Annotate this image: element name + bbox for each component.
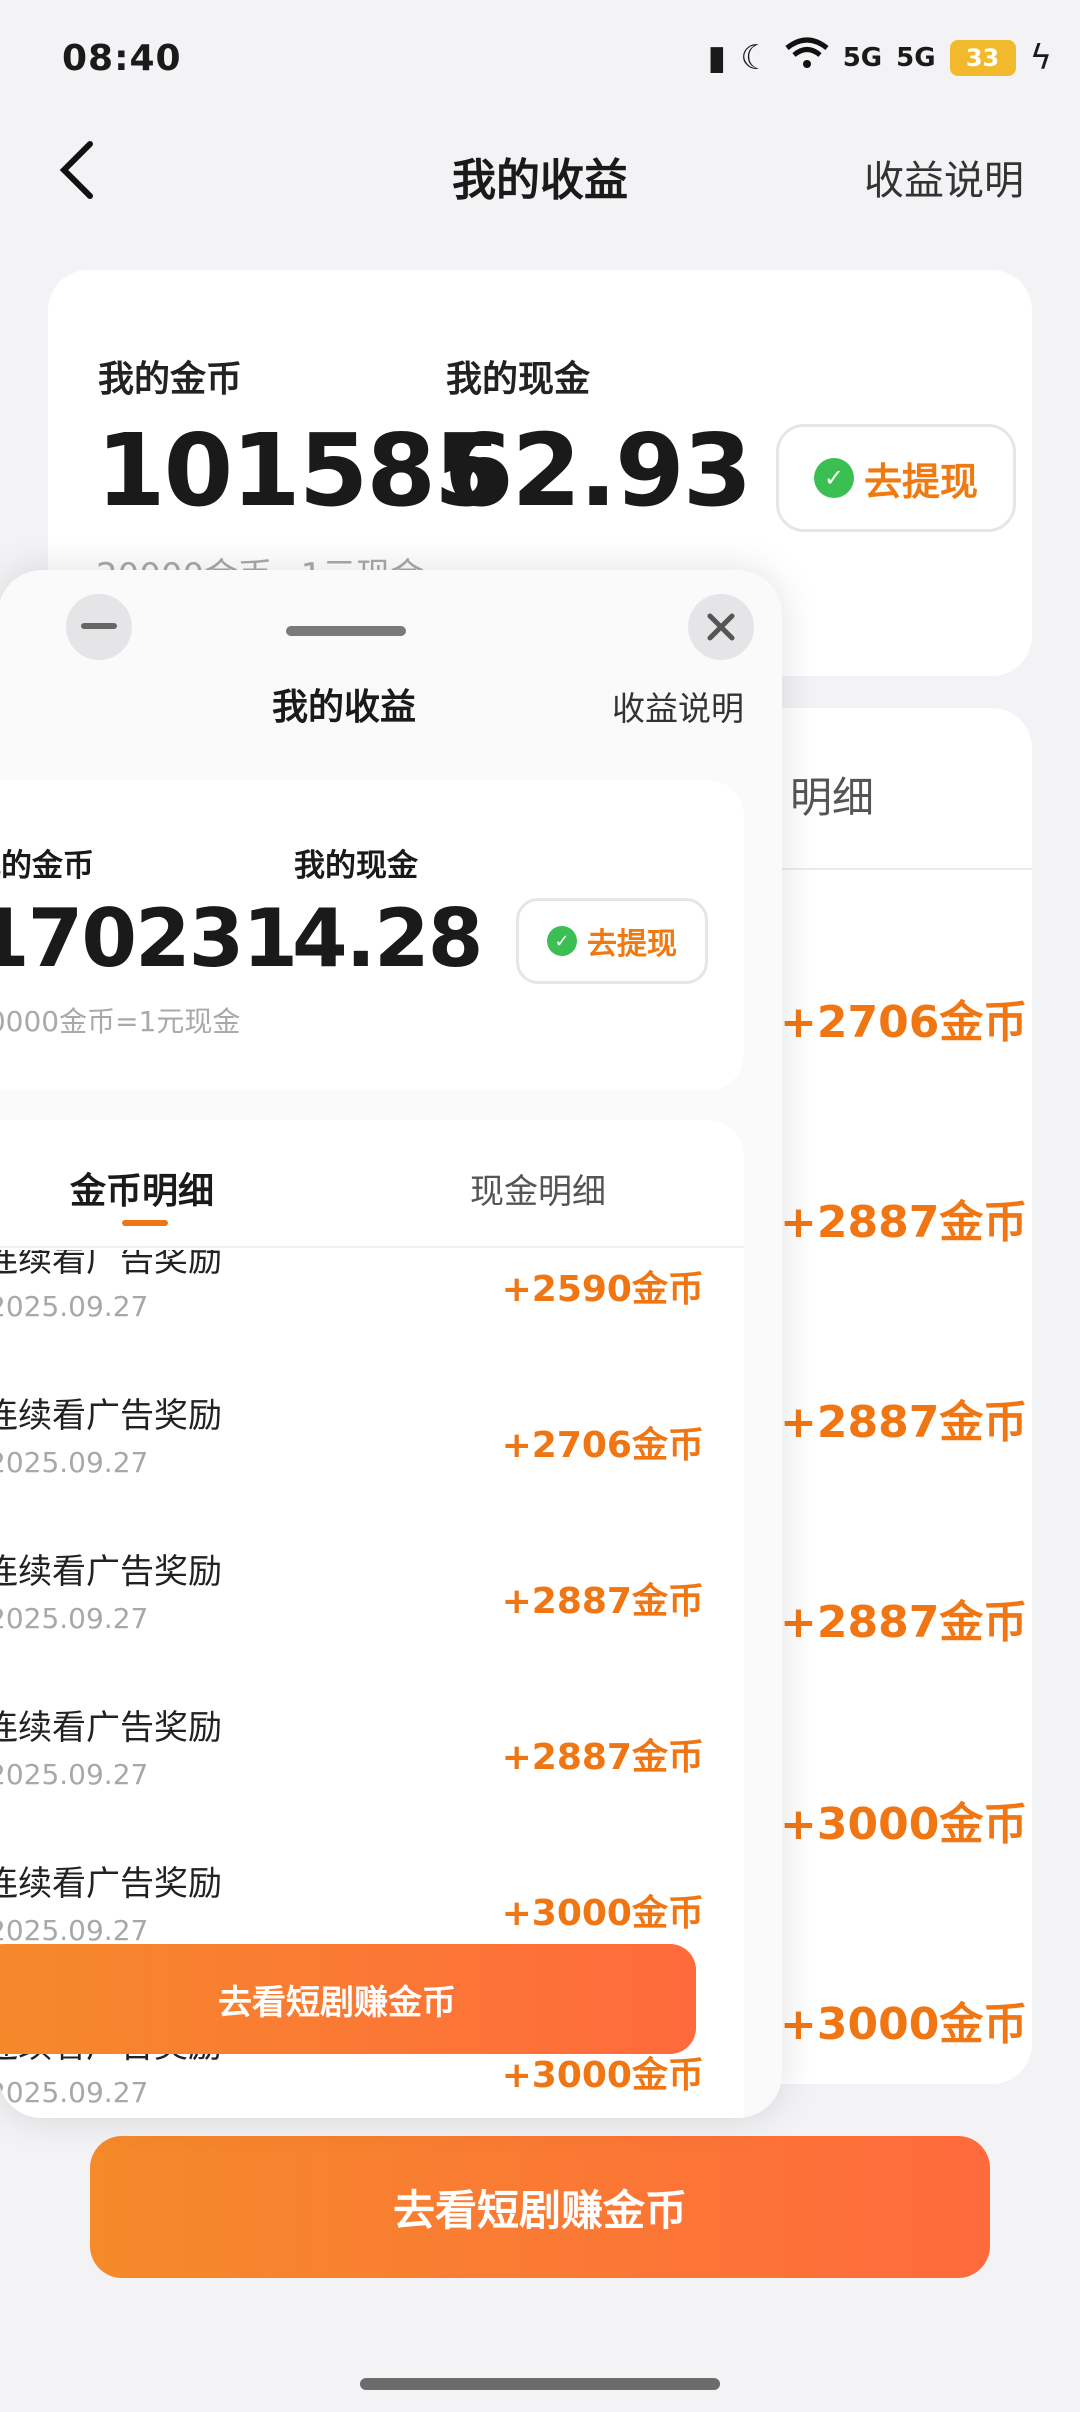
- drag-handle[interactable]: [286, 626, 406, 636]
- bg-amount-2: +2887金币: [780, 1197, 1028, 1248]
- list-item: 连续看广告奖励 2025.09.27 +2590金币: [0, 1250, 704, 1323]
- wechat-icon: ✓: [547, 926, 577, 956]
- close-button[interactable]: [688, 594, 754, 660]
- tab-detail-partial[interactable]: 明细: [790, 764, 874, 825]
- status-icons: ▮ ☾ 5G 5G 33 ϟ: [707, 36, 1052, 79]
- wechat-icon: ✓: [813, 458, 854, 498]
- minus-icon: [81, 623, 117, 629]
- overlay-coins-value: 170231: [0, 892, 298, 985]
- tab-cash-detail[interactable]: 现金明细: [470, 1164, 606, 1213]
- overlay-cta-label: 去看短剧赚金币: [218, 1982, 456, 2023]
- overlay-title: 我的收益: [271, 687, 416, 728]
- withdraw-label: 去提现: [863, 459, 978, 504]
- watch-drama-cta-button[interactable]: 去看短剧赚金币: [90, 2136, 990, 2278]
- earnings-info-link[interactable]: 收益说明: [864, 148, 1024, 206]
- status-time: 08:40: [62, 38, 182, 79]
- wifi-icon: [785, 36, 829, 79]
- overlay-coins-label: 我的金币: [0, 848, 94, 884]
- divider: [770, 868, 1032, 870]
- coins-value: 101585: [96, 412, 503, 529]
- signal-icon-1: 5G: [842, 42, 883, 73]
- overlay-cash-value: 4.28: [292, 892, 483, 985]
- home-indicator[interactable]: [360, 2378, 720, 2390]
- tab-divider: [0, 1246, 744, 1248]
- floating-window: 我的收益 收益说明 我的金币 170231 我的现金 4.28 ✓ 去提现 20…: [0, 570, 782, 2118]
- coins-label: 我的金币: [98, 359, 243, 400]
- list-item: 连续看广告奖励 2025.09.27 +2706金币: [0, 1396, 704, 1479]
- charging-icon: ϟ: [1029, 37, 1052, 78]
- cta-label: 去看短剧赚金币: [392, 2185, 687, 2235]
- cash-label: 我的现金: [446, 359, 591, 400]
- close-icon: [707, 613, 735, 641]
- active-tab-indicator: [122, 1220, 168, 1226]
- battery-icon: 33: [949, 39, 1016, 76]
- overlay-rate-note: 20000金币=1元现金: [0, 1005, 241, 1038]
- bg-amount-4: +2887金币: [780, 1597, 1028, 1648]
- withdraw-button[interactable]: ✓ 去提现: [776, 424, 1016, 532]
- cash-value: 62.93: [444, 412, 752, 529]
- bg-amount-3: +2887金币: [780, 1397, 1028, 1448]
- minimize-button[interactable]: [66, 594, 132, 660]
- signal-icon-2: 5G: [896, 42, 936, 73]
- overlay-cash-label: 我的现金: [294, 848, 418, 884]
- bg-amount-5: +3000金币: [780, 1799, 1028, 1850]
- overlay-watch-drama-cta-button[interactable]: 去看短剧赚金币: [0, 1944, 696, 2054]
- moon-icon: ☾: [740, 37, 771, 78]
- list-item: 连续看广告奖励 2025.09.27 +2887金币: [0, 1552, 704, 1635]
- bg-amount-6: +3000金币: [780, 1999, 1028, 2050]
- list-item: 连续看广告奖励 2025.09.27 +2887金币: [0, 1708, 704, 1791]
- vibrate-icon: ▮: [707, 37, 727, 78]
- overlay-info-link[interactable]: 收益说明: [612, 682, 744, 730]
- overlay-withdraw-button[interactable]: ✓ 去提现: [516, 898, 708, 984]
- tab-coin-detail[interactable]: 金币明细: [70, 1162, 214, 1214]
- overlay-withdraw-label: 去提现: [587, 927, 677, 962]
- bg-amount-1: +2706金币: [780, 997, 1028, 1048]
